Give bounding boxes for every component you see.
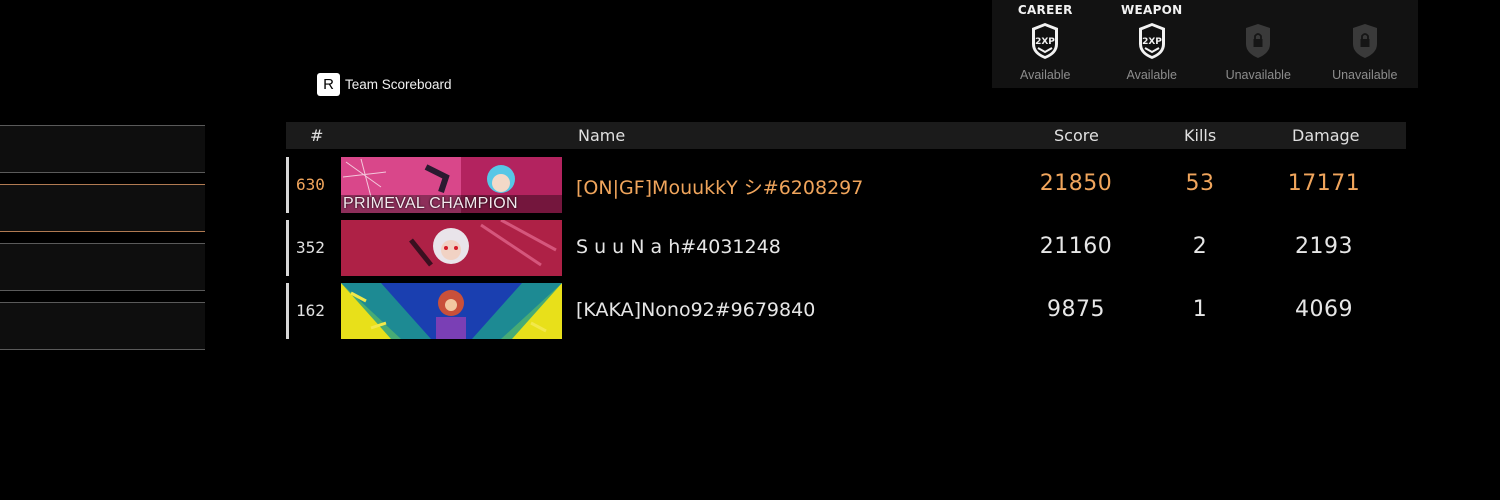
svg-text:2XP: 2XP	[1035, 37, 1055, 47]
player-name: [KAKA]Nono92#9679840	[576, 299, 816, 321]
player-score: 9875	[1047, 297, 1105, 322]
column-kills[interactable]: Kills	[1184, 126, 1216, 145]
lock-icon	[1352, 24, 1377, 58]
xp-token-status: Available	[1019, 68, 1071, 82]
calling-card-art	[341, 283, 562, 339]
xp-token-panel: CAREER 2XP Available WEAPON 2XP Availabl…	[992, 0, 1418, 88]
column-damage[interactable]: Damage	[1292, 126, 1360, 145]
player-kills: 1	[1192, 297, 1208, 322]
side-tab-active[interactable]	[0, 184, 205, 232]
side-tab[interactable]	[0, 302, 205, 350]
team-scoreboard-label: Team Scoreboard	[345, 77, 452, 92]
player-level: 352	[296, 238, 325, 257]
column-score[interactable]: Score	[1054, 126, 1099, 145]
calling-card: PRIMEVAL CHAMPION	[341, 157, 562, 213]
player-score: 21160	[1039, 234, 1113, 259]
player-row[interactable]: 162 [KAKA]Nono92#9679840 9875 1 4069	[286, 283, 1406, 339]
xp-token-status: Available	[1126, 68, 1177, 82]
player-name: S u u N a h#4031248	[576, 236, 781, 258]
player-row-self[interactable]: 630 PRIMEVAL CHAMPION [ON|GF]MouukkY シ#6…	[286, 157, 1406, 213]
xp-token-title: CAREER	[1017, 3, 1073, 17]
xp-token-weapon[interactable]: WEAPON 2XP Available	[1099, 0, 1206, 88]
xp-token-career[interactable]: CAREER 2XP Available	[992, 0, 1099, 88]
team-scoreboard-button[interactable]: R Team Scoreboard	[317, 73, 452, 96]
calling-card-art	[341, 220, 562, 276]
xp-token-locked-2: Unavailable	[1312, 0, 1419, 88]
xp-token-locked-1: Unavailable	[1205, 0, 1312, 88]
player-kills: 53	[1185, 171, 1215, 196]
player-score: 21850	[1039, 171, 1113, 196]
scoreboard-header: # Name Score Kills Damage	[286, 122, 1406, 149]
side-tab[interactable]	[0, 125, 205, 173]
calling-card	[341, 283, 562, 339]
xp-token-title: WEAPON	[1120, 3, 1183, 17]
r-key-icon: R	[317, 73, 340, 96]
calling-card-title: PRIMEVAL CHAMPION	[343, 195, 518, 212]
player-name: [ON|GF]MouukkY シ#6208297	[576, 177, 864, 199]
player-damage: 2193	[1295, 234, 1353, 259]
player-damage: 17171	[1287, 171, 1361, 196]
player-level: 162	[296, 301, 325, 320]
2xp-weapon-icon: 2XP	[1138, 23, 1165, 59]
column-name[interactable]: Name	[578, 126, 625, 145]
player-row[interactable]: 352 S u u N a h#4031248 21160 2 2193	[286, 220, 1406, 276]
svg-text:2XP: 2XP	[1142, 37, 1162, 47]
row-accent	[286, 220, 289, 276]
player-level: 630	[296, 175, 325, 194]
xp-token-status: Unavailable	[1225, 68, 1291, 82]
row-accent	[286, 157, 289, 213]
2xp-career-icon: 2XP	[1032, 23, 1059, 59]
player-kills: 2	[1192, 234, 1208, 259]
player-damage: 4069	[1295, 297, 1353, 322]
lock-icon	[1246, 24, 1271, 58]
side-tab[interactable]	[0, 243, 205, 291]
row-accent	[286, 283, 289, 339]
xp-token-status: Unavailable	[1332, 68, 1398, 82]
column-rank: #	[310, 126, 324, 145]
calling-card	[341, 220, 562, 276]
